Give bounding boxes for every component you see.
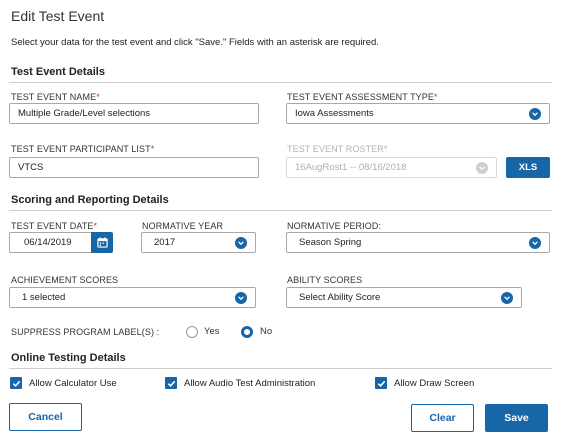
- participant-list-label: TEST EVENT PARTICIPANT LIST*: [11, 144, 155, 154]
- roster-label: TEST EVENT ROSTER*: [287, 144, 388, 154]
- divider: [9, 210, 552, 211]
- test-event-date-input[interactable]: 06/14/2019: [9, 232, 92, 253]
- chevron-down-icon: [529, 107, 541, 120]
- normative-year-label: NORMATIVE YEAR: [142, 221, 224, 231]
- assessment-type-label: TEST EVENT ASSESSMENT TYPE*: [287, 92, 438, 102]
- calendar-button[interactable]: [91, 232, 113, 253]
- roster-select: 16AugRost1 -- 08/16/2018: [286, 157, 497, 178]
- divider: [9, 368, 552, 369]
- dialog-title: Edit Test Event: [11, 8, 105, 24]
- calendar-icon: [96, 237, 108, 248]
- ability-scores-select[interactable]: Select Ability Score: [286, 287, 522, 308]
- suppress-no-label[interactable]: No: [260, 326, 272, 337]
- suppress-yes-label[interactable]: Yes: [204, 326, 220, 337]
- achievement-scores-label: ACHIEVEMENT SCORES: [11, 275, 119, 285]
- calculator-label[interactable]: Allow Calculator Use: [29, 378, 117, 389]
- checkmark-icon: [167, 380, 175, 387]
- normative-period-label: NORMATIVE PERIOD:: [287, 221, 382, 231]
- suppress-yes-radio[interactable]: [186, 326, 198, 338]
- divider: [9, 82, 552, 83]
- checkmark-icon: [377, 380, 385, 387]
- chevron-down-icon: [235, 291, 247, 304]
- calculator-checkbox[interactable]: [10, 377, 22, 389]
- chevron-down-icon: [235, 236, 247, 249]
- assessment-type-select[interactable]: Iowa Assessments: [286, 103, 550, 124]
- checkmark-icon: [12, 380, 20, 387]
- suppress-program-labels-label: SUPPRESS PROGRAM LABEL(S) :: [11, 327, 160, 337]
- chevron-down-icon: [501, 291, 513, 304]
- audio-label[interactable]: Allow Audio Test Administration: [184, 378, 315, 389]
- achievement-scores-select[interactable]: 1 selected: [9, 287, 256, 308]
- cancel-button[interactable]: Cancel: [9, 403, 82, 431]
- suppress-no-radio[interactable]: [241, 326, 253, 338]
- audio-checkbox[interactable]: [165, 377, 177, 389]
- clear-button[interactable]: Clear: [411, 404, 474, 432]
- normative-year-select[interactable]: 2017: [141, 232, 256, 253]
- test-event-name-label: TEST EVENT NAME*: [11, 92, 100, 102]
- section-heading-scoring: Scoring and Reporting Details: [11, 194, 169, 206]
- instructions-text: Select your data for the test event and …: [11, 37, 379, 48]
- section-heading-details: Test Event Details: [11, 66, 105, 78]
- normative-period-select[interactable]: Season Spring: [286, 232, 550, 253]
- draw-screen-label[interactable]: Allow Draw Screen: [394, 378, 474, 389]
- section-heading-online: Online Testing Details: [11, 352, 126, 364]
- xls-button[interactable]: XLS: [506, 157, 550, 178]
- participant-list-input[interactable]: VTCS: [9, 157, 259, 178]
- test-event-name-input[interactable]: Multiple Grade/Level selections: [9, 103, 259, 124]
- ability-scores-label: ABILITY SCORES: [287, 275, 363, 285]
- test-event-date-label: TEST EVENT DATE*: [11, 221, 98, 231]
- save-button[interactable]: Save: [485, 404, 548, 432]
- chevron-down-icon: [476, 161, 488, 174]
- chevron-down-icon: [529, 236, 541, 249]
- draw-screen-checkbox[interactable]: [375, 377, 387, 389]
